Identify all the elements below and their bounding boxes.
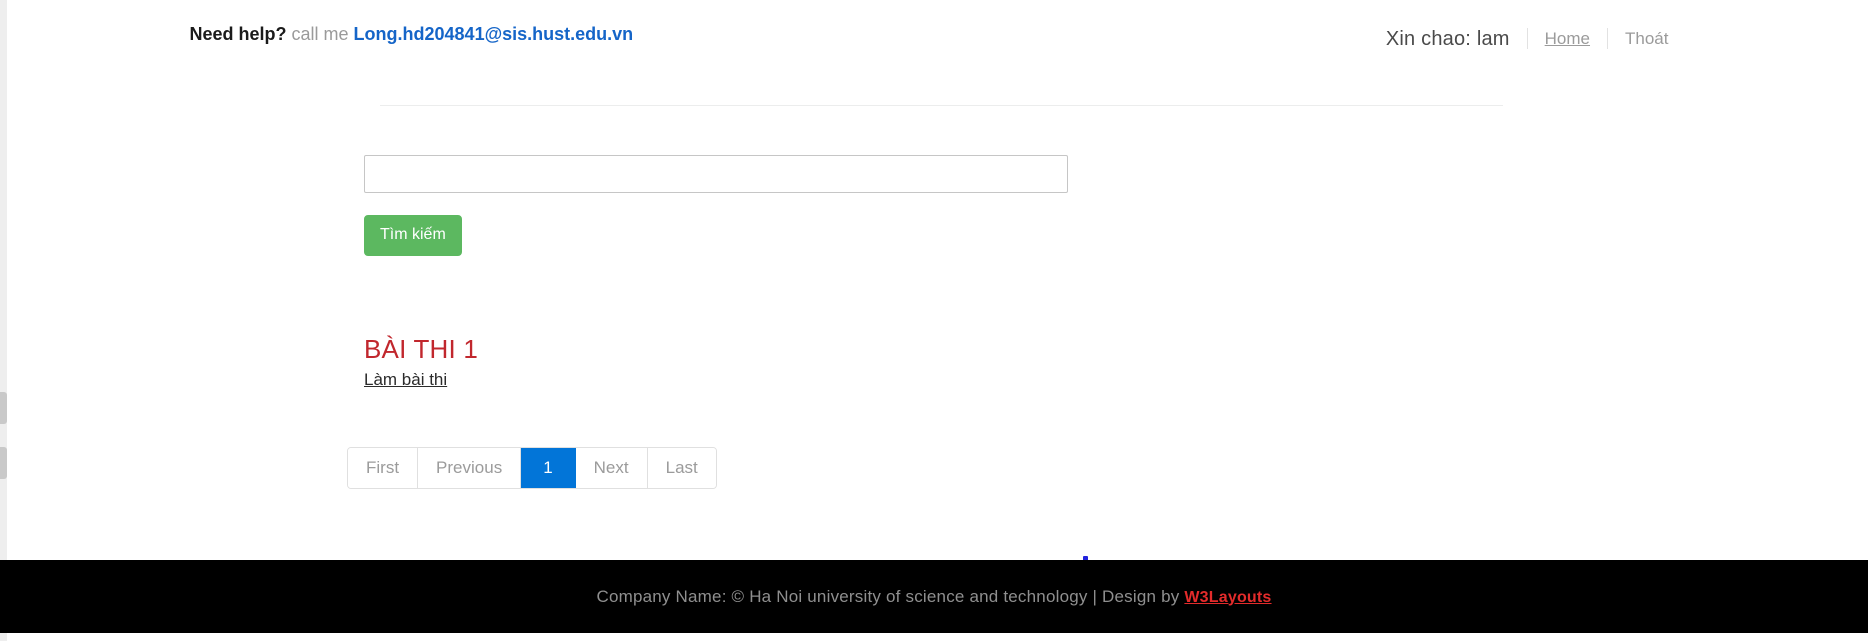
pagination: First Previous 1 Next Last <box>347 447 717 490</box>
exam-title: BÀI THI 1 <box>364 334 479 364</box>
nav-link-home[interactable]: Home <box>1528 30 1607 47</box>
nav-link-logout[interactable]: Thoát <box>1608 30 1685 47</box>
search-button[interactable]: Tìm kiếm <box>364 215 462 256</box>
account-block: Xin chao: lam Home Thoát <box>1386 28 1686 49</box>
site-header: Need help? call me Long.hd204841@sis.hus… <box>7 0 1868 110</box>
greeting-text: Xin chao: lam <box>1385 27 1510 50</box>
exam-list: BÀI THI 1 Làm bài thi <box>364 334 1868 391</box>
header-divider <box>379 105 1503 106</box>
exam-start-link[interactable]: Làm bài thi <box>364 369 447 391</box>
footer-credit-link[interactable]: W3Layouts <box>1184 589 1271 606</box>
pagination-page-current[interactable]: 1 <box>521 448 576 489</box>
footer-text: Company Name: © Ha Noi university of sci… <box>596 587 1271 607</box>
help-middle-text: call me <box>286 24 354 44</box>
site-footer: Company Name: © Ha Noi university of sci… <box>0 560 1868 633</box>
pagination-last[interactable]: Last <box>647 448 716 489</box>
pagination-next[interactable]: Next <box>575 448 648 489</box>
list-item: BÀI THI 1 Làm bài thi <box>364 334 1868 391</box>
help-contact-block: Need help? call me Long.hd204841@sis.hus… <box>190 25 634 43</box>
pagination-previous[interactable]: Previous <box>418 448 522 489</box>
left-edge-drawer-tab-upper[interactable] <box>0 392 7 424</box>
help-email-link[interactable]: Long.hd204841@sis.hust.edu.vn <box>354 24 634 44</box>
search-input[interactable] <box>364 155 1068 193</box>
pagination-first[interactable]: First <box>348 448 419 489</box>
page-root: Need help? call me Long.hd204841@sis.hus… <box>0 0 1868 641</box>
header-inner: Need help? call me Long.hd204841@sis.hus… <box>190 0 1686 110</box>
help-label: Need help? <box>189 24 287 44</box>
left-edge-drawer-tab-lower[interactable] <box>0 447 7 479</box>
footer-copyright-text: Company Name: © Ha Noi university of sci… <box>596 586 1185 606</box>
main-content: Tìm kiếm BÀI THI 1 Làm bài thi First Pre… <box>7 155 1868 561</box>
